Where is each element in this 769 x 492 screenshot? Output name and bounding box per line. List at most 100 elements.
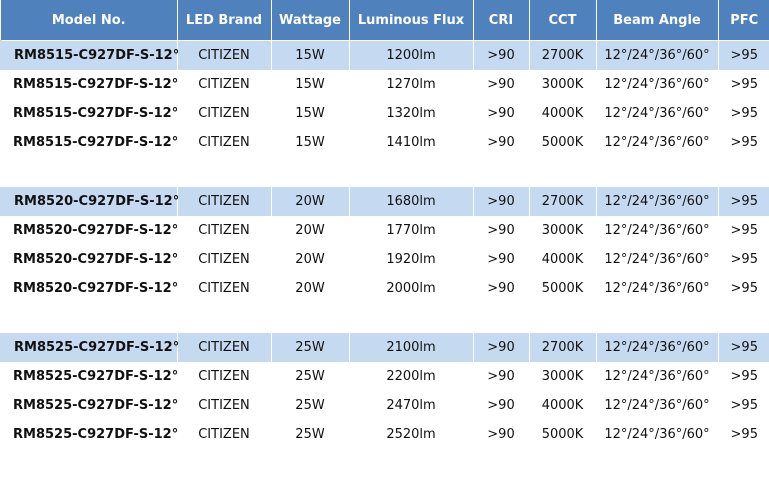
cct-cell: 4000K — [529, 99, 597, 128]
model-no-cell: RM8520-C927DF-S-12° — [1, 245, 178, 274]
cct-cell: 4000K — [529, 245, 597, 274]
luminous-flux-cell: 1410lm — [349, 128, 474, 157]
model-no-cell: RM8515-C927DF-S-12° — [1, 99, 178, 128]
luminous-flux-cell: 1270lm — [349, 70, 474, 99]
table-body: RM8515-C927DF-S-12° CITIZEN 15W 1200lm >90 27… — [0, 40, 769, 449]
pfc-cell: >95 — [730, 77, 758, 92]
spec-table-container: Model No. LED Brand Wattage Luminous Flu… — [0, 0, 769, 492]
table-row: RM8515-C927DF-S-12° CITIZEN 15W 1270lm >90 30… — [1, 70, 769, 99]
wattage-cell: 15W — [271, 99, 350, 128]
cri-cell: >90 — [473, 420, 530, 449]
led-brand-cell: CITIZEN — [177, 128, 272, 157]
header-row: Model No. LED Brand Wattage Luminous Flu… — [1, 0, 769, 41]
header-wattage: Wattage — [271, 0, 350, 41]
led-brand-cell: CITIZEN — [177, 362, 272, 391]
wattage-cell: 25W — [271, 362, 350, 391]
pfc-cell: >95 — [730, 398, 758, 413]
luminous-flux-cell: 2100lm — [349, 333, 474, 362]
model-no-cell: RM8520-C927DF-S-12° — [1, 274, 178, 303]
cct-cell: 3000K — [529, 70, 597, 99]
beam-angle-cell: 12°/24°/36°/60° — [596, 362, 719, 391]
led-brand-cell: CITIZEN — [177, 333, 272, 362]
cri-cell: >90 — [473, 274, 530, 303]
cri-cell: >90 — [473, 216, 530, 245]
table-row: RM8515-C927DF-S-12° CITIZEN 15W 1320lm >90 40… — [1, 99, 769, 128]
table-row: RM8525-C927DF-S-12° CITIZEN 25W 2520lm >90 50… — [1, 420, 769, 449]
table-row: RM8525-C927DF-S-12° CITIZEN 25W 2100lm >90 27… — [0, 333, 769, 362]
table-row: RM8520-C927DF-S-12° CITIZEN 20W 1680lm >90 27… — [0, 187, 769, 216]
luminous-flux-cell: 2200lm — [349, 362, 474, 391]
luminous-flux-cell: 1770lm — [349, 216, 474, 245]
wattage-cell: 20W — [271, 216, 350, 245]
model-no-cell: RM8525-C927DF-S-12° — [1, 362, 178, 391]
led-brand-cell: CITIZEN — [177, 245, 272, 274]
table-row: RM8520-C927DF-S-12° CITIZEN 20W 1920lm >90 40… — [1, 245, 769, 274]
led-brand-cell: CITIZEN — [177, 99, 272, 128]
led-brand-cell: CITIZEN — [177, 420, 272, 449]
cct-cell: 5000K — [529, 274, 597, 303]
cri-cell: >90 — [473, 245, 530, 274]
wattage-cell: 15W — [271, 70, 350, 99]
cri-cell: >90 — [473, 70, 530, 99]
pfc-cell: >95 — [730, 369, 758, 384]
pfc-cell: >95 — [730, 223, 758, 238]
beam-angle-cell: 12°/24°/36°/60° — [596, 216, 719, 245]
pfc-cell: >95 — [730, 252, 758, 267]
table-row: RM8520-C927DF-S-12° CITIZEN 20W 2000lm >90 50… — [1, 274, 769, 303]
wattage-cell: 25W — [271, 391, 350, 420]
luminous-flux-cell: 1320lm — [349, 99, 474, 128]
beam-angle-cell: 12°/24°/36°/60° — [596, 99, 719, 128]
header-cct: CCT — [529, 0, 597, 41]
led-brand-cell: CITIZEN — [177, 187, 272, 216]
beam-angle-cell: 12°/24°/36°/60° — [596, 245, 719, 274]
luminous-flux-cell: 2470lm — [349, 391, 474, 420]
model-no-cell: RM8520-C927DF-S-12° — [1, 216, 178, 245]
led-brand-cell: CITIZEN — [177, 70, 272, 99]
cct-cell: 3000K — [529, 362, 597, 391]
beam-angle-cell: 12°/24°/36°/60° — [596, 420, 719, 449]
cct-cell: 4000K — [529, 391, 597, 420]
pfc-cell: >95 — [730, 106, 758, 121]
luminous-flux-cell: 2520lm — [349, 420, 474, 449]
pfc-cell: >95 — [718, 40, 769, 70]
led-brand-cell: CITIZEN — [177, 40, 272, 70]
cri-cell: >90 — [473, 187, 530, 216]
luminous-flux-cell: 1680lm — [349, 187, 474, 216]
table-row: RM8520-C927DF-S-12° CITIZEN 20W 1770lm >90 30… — [1, 216, 769, 245]
wattage-cell: 20W — [271, 274, 350, 303]
led-brand-cell: CITIZEN — [177, 274, 272, 303]
cri-cell: >90 — [473, 99, 530, 128]
table-row: RM8525-C927DF-S-12° CITIZEN 25W 2200lm >90 30… — [1, 362, 769, 391]
header-cri: CRI — [473, 0, 530, 41]
beam-angle-cell: 12°/24°/36°/60° — [596, 128, 719, 157]
wattage-cell: 20W — [271, 245, 350, 274]
header-led-brand: LED Brand — [177, 0, 272, 41]
cct-cell: 2700K — [529, 40, 597, 70]
led-brand-cell: CITIZEN — [177, 216, 272, 245]
model-no-cell: RM8520-C927DF-S-12° — [0, 187, 179, 216]
beam-angle-cell: 12°/24°/36°/60° — [596, 333, 719, 362]
table-row: RM8515-C927DF-S-12° CITIZEN 15W 1200lm >90 27… — [0, 40, 769, 70]
pfc-cell: >95 — [718, 333, 769, 362]
cri-cell: >90 — [473, 362, 530, 391]
beam-angle-cell: 12°/24°/36°/60° — [596, 70, 719, 99]
led-brand-cell: CITIZEN — [177, 391, 272, 420]
table-row: RM8525-C927DF-S-12° CITIZEN 25W 2470lm >90 40… — [1, 391, 769, 420]
luminous-flux-cell: 1200lm — [349, 40, 474, 70]
cct-cell: 3000K — [529, 216, 597, 245]
cri-cell: >90 — [473, 40, 530, 70]
table-row: RM8515-C927DF-S-12° CITIZEN 15W 1410lm >90 50… — [1, 128, 769, 157]
model-no-cell: RM8515-C927DF-S-12° — [1, 128, 178, 157]
pfc-cell: >95 — [730, 135, 758, 150]
beam-angle-cell: 12°/24°/36°/60° — [596, 40, 719, 70]
cri-cell: >90 — [473, 333, 530, 362]
header-model-no: Model No. — [1, 0, 178, 41]
pfc-cell: >95 — [730, 281, 758, 296]
model-no-cell: RM8525-C927DF-S-12° — [1, 391, 178, 420]
wattage-cell: 25W — [271, 420, 350, 449]
group-spacer — [1, 157, 769, 187]
model-no-cell: RM8525-C927DF-S-12° — [1, 420, 178, 449]
beam-angle-cell: 12°/24°/36°/60° — [596, 391, 719, 420]
header-pfc: PFC — [718, 0, 769, 41]
cct-cell: 5000K — [529, 420, 597, 449]
